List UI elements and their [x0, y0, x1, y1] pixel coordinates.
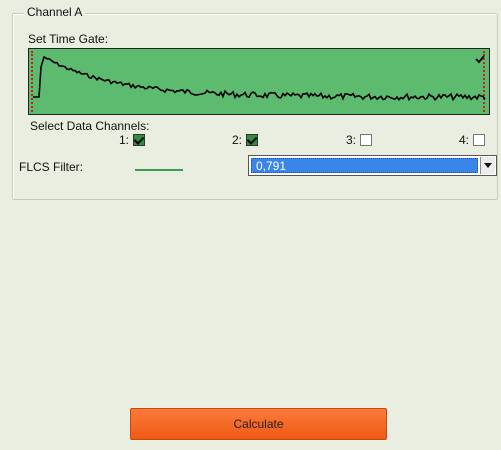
flcs-filter-value: 0,791 [251, 158, 478, 173]
time-gate-label: Set Time Gate: [28, 32, 109, 46]
filter-line-swatch [135, 169, 183, 171]
time-gate-plot[interactable] [28, 48, 490, 115]
flcs-filter-label: FLCS Filter: [19, 160, 84, 174]
channel-4-label: 4: [459, 133, 470, 147]
select-channels-label: Select Data Channels: [30, 119, 150, 133]
plot-check-mark-icon [475, 55, 485, 64]
calculate-button[interactable]: Calculate [130, 408, 387, 440]
channel-2-label: 2: [232, 133, 243, 147]
decay-curve [33, 55, 486, 102]
channel-1-label: 1: [119, 133, 130, 147]
channel-3-checkbox[interactable] [360, 134, 372, 146]
chevron-down-icon[interactable] [480, 157, 495, 174]
channel-3-label: 3: [346, 133, 357, 147]
channel-2-checkbox[interactable] [246, 134, 258, 146]
channel-1-checkbox[interactable] [133, 134, 145, 146]
group-title: Channel A [24, 5, 86, 19]
flcs-filter-dropdown[interactable]: 0,791 [248, 155, 497, 176]
channel-4-checkbox[interactable] [473, 134, 485, 146]
